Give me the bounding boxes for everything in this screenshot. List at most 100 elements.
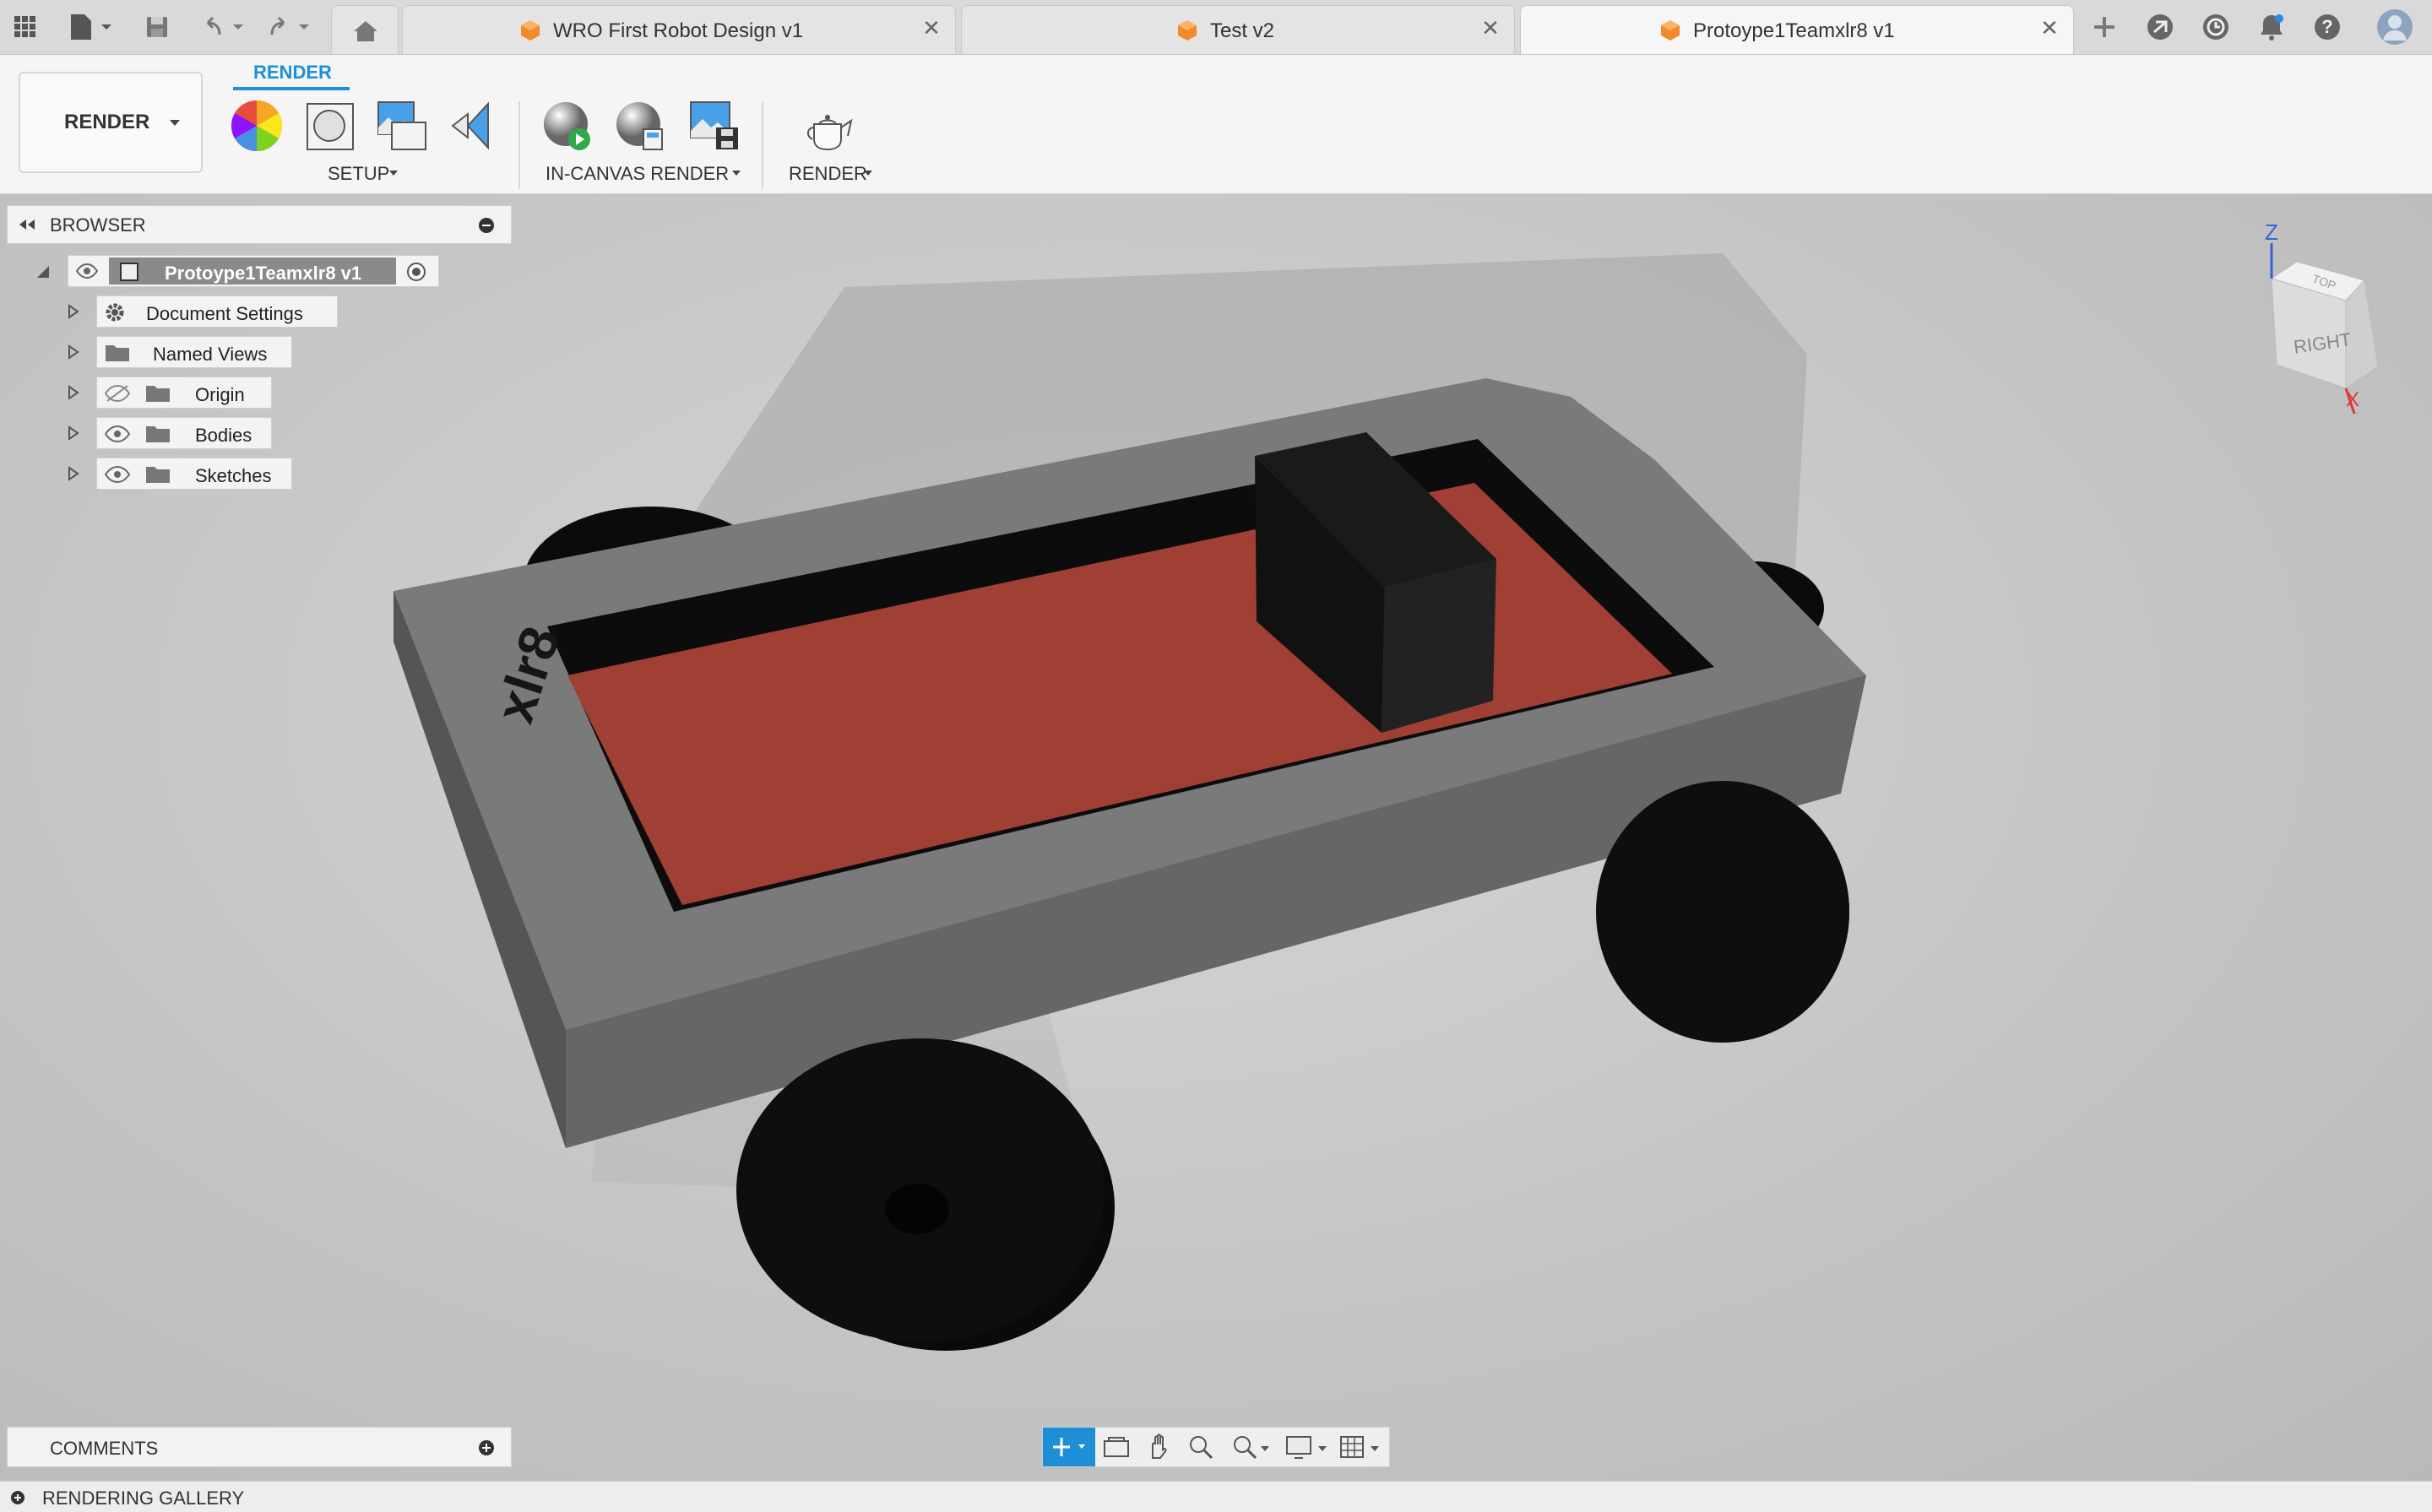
separator [518,101,520,189]
tab-test[interactable]: Test v2 ✕ [961,5,1515,54]
folder-icon [146,386,170,402]
expand-gallery-icon[interactable] [10,1490,25,1505]
rendering-gallery-title: RENDERING GALLERY [42,1488,245,1509]
new-tab-icon[interactable] [2089,12,2120,42]
ribbon-toolbar: RENDER RENDER SETUP IN-CANVAS RENDER REN… [0,55,2432,194]
collapse-panel-icon[interactable] [18,218,36,231]
close-tab-icon[interactable]: ✕ [1479,16,1502,40]
expand-arrow-icon[interactable] [68,466,79,481]
environment-library-icon[interactable] [375,99,429,153]
browser-item-sketches[interactable]: Sketches [96,458,292,490]
tab-protoype1teamxlr8[interactable]: Protoype1Teamxlr8 v1 ✕ [1520,5,2074,54]
browser-item-bodies[interactable]: Bodies [96,417,272,449]
active-tab-underline [233,87,350,90]
browser-item-label: Sketches [195,465,272,486]
scene-settings-icon[interactable] [304,99,358,153]
pan-hand-icon[interactable] [1144,1433,1173,1461]
browser-item-document-settings[interactable]: Document Settings [96,295,338,328]
expand-arrow-icon[interactable] [68,425,79,441]
viewport-canvas[interactable]: xlr8 Z X RIGHT TOP [0,194,2432,1482]
display-settings-icon[interactable] [1284,1433,1332,1461]
eye-icon[interactable] [75,263,99,279]
capture-image-icon[interactable] [687,99,741,153]
expand-arrow-icon[interactable] [68,385,79,400]
gear-icon [106,303,124,322]
render-group-label[interactable]: RENDER [789,163,867,185]
apps-grid-icon[interactable] [8,10,42,44]
activate-radio-icon[interactable] [404,261,428,283]
file-menu-icon[interactable] [66,10,120,44]
rendering-gallery-bar[interactable]: RENDERING GALLERY [0,1481,2432,1512]
decal-icon[interactable] [448,99,502,153]
save-icon[interactable] [140,10,174,44]
eye-icon[interactable] [104,425,131,443]
viewcube[interactable]: Z X RIGHT TOP [2246,219,2407,420]
zoom-icon[interactable] [1186,1433,1215,1461]
look-at-icon[interactable] [1102,1434,1131,1460]
tab-render[interactable]: RENDER [253,62,332,84]
render-teapot-icon[interactable] [802,102,856,156]
component-icon [120,263,138,281]
expand-arrow-icon[interactable] [68,344,79,360]
home-tab[interactable] [331,5,399,54]
redo-icon[interactable] [263,10,318,44]
in-canvas-render-icon[interactable] [540,99,594,153]
tab-wro-first-robot-design[interactable]: WRO First Robot Design v1 ✕ [402,5,956,54]
workspace-label: RENDER [64,111,150,133]
folder-icon [146,467,170,483]
design-cube-icon [1178,20,1197,41]
browser-item-label: Bodies [195,425,252,446]
orbit-icon [1053,1438,1085,1456]
zoom-window-icon[interactable] [1230,1433,1273,1461]
browser-item-named-views[interactable]: Named Views [96,336,292,368]
close-tab-icon[interactable]: ✕ [2038,16,2061,40]
browser-item-label: Named Views [153,344,268,365]
chevron-down-icon [864,171,872,176]
expand-arrow-icon[interactable] [68,304,79,319]
help-icon[interactable]: ? [2312,12,2342,42]
root-node-label: Protoype1Teamxlr8 v1 [165,263,362,284]
chevron-down-icon [732,171,741,176]
robot-model[interactable]: xlr8 [0,194,2432,1482]
appearance-icon[interactable] [230,99,284,153]
setup-group-label[interactable]: SETUP [328,163,389,185]
notifications-icon[interactable] [2256,12,2287,42]
grid-settings-icon[interactable] [1338,1433,1386,1461]
browser-item-origin[interactable]: Origin [96,377,272,409]
orbit-button[interactable] [1043,1428,1095,1466]
tab-label: WRO First Robot Design v1 [553,19,804,42]
undo-icon[interactable] [198,10,252,44]
design-cube-icon [1661,20,1680,41]
browser-title: BROWSER [50,214,146,236]
navigation-bar [1042,1427,1390,1467]
separator [762,101,763,189]
in-canvas-render-settings-icon[interactable] [613,99,667,153]
folder-icon [146,426,170,442]
comments-panel[interactable]: COMMENTS [7,1427,512,1467]
svg-text:?: ? [2321,16,2332,37]
user-avatar-icon[interactable] [2376,8,2413,46]
home-icon [354,21,377,41]
chevron-down-icon [389,171,398,176]
title-bar: WRO First Robot Design v1 ✕ Test v2 ✕ Pr… [0,0,2432,55]
comments-title: COMMENTS [50,1438,159,1459]
design-cube-icon [521,20,540,41]
panel-menu-icon[interactable] [477,216,496,235]
tab-label: Test v2 [1210,19,1275,42]
browser-item-label: Origin [195,384,245,405]
tab-label: Protoype1Teamxlr8 v1 [1693,19,1895,42]
folder-icon [106,345,129,361]
job-status-icon[interactable] [2201,12,2231,42]
extensions-icon[interactable] [2145,12,2175,42]
close-tab-icon[interactable]: ✕ [920,16,943,40]
expand-root-icon[interactable] [35,264,51,279]
in-canvas-render-group-label[interactable]: IN-CANVAS RENDER [546,163,729,185]
browser-panel-header[interactable]: BROWSER [7,205,512,244]
workspace-switcher[interactable]: RENDER [19,72,203,173]
axis-z-label: Z [2265,219,2278,245]
eye-hidden-icon[interactable] [104,384,131,403]
add-comment-icon[interactable] [477,1439,496,1457]
axis-x-label: X [2346,388,2360,411]
eye-icon[interactable] [104,465,131,484]
browser-root-node[interactable]: Protoype1Teamxlr8 v1 [68,255,439,287]
